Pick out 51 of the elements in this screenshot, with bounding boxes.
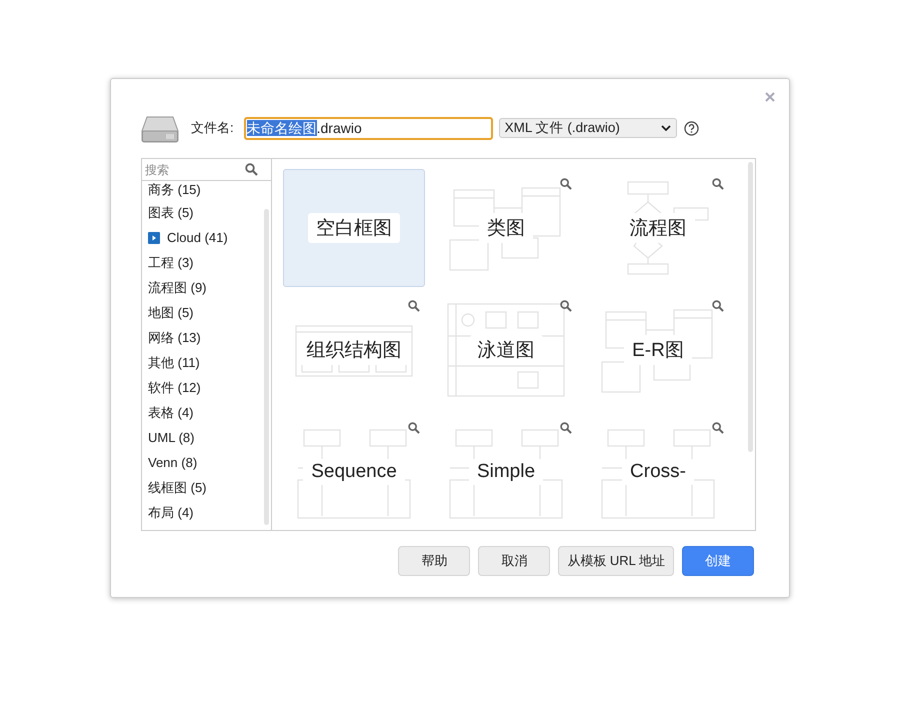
template-tile[interactable]: Simple [435,413,577,530]
category-item[interactable]: Cloud (41) [142,225,271,250]
expand-icon[interactable] [148,232,160,244]
category-item[interactable]: 流程图 (9) [142,275,271,300]
template-tile[interactable]: 空白框图 [283,169,425,287]
template-tile[interactable]: E-R图 [587,291,729,409]
category-item[interactable]: 其他 (11) [142,350,271,375]
zoom-icon[interactable] [408,300,420,312]
help-icon[interactable] [684,120,699,136]
zoom-icon[interactable] [712,300,724,312]
template-label: Cross- [622,459,694,485]
scrollbar[interactable] [264,209,269,525]
template-tile[interactable]: 泳道图 [435,291,577,409]
caret-icon [660,125,671,131]
zoom-icon[interactable] [560,300,572,312]
format-dropdown[interactable]: XML 文件 (.drawio) [498,118,677,138]
template-tile[interactable]: Sequence [283,413,425,530]
template-label: E-R图 [624,335,692,365]
category-item[interactable]: 布局 (4) [142,500,271,525]
template-label: Simple [468,459,544,485]
scrollbar[interactable] [748,162,753,452]
category-item[interactable]: 地图 (5) [142,300,271,325]
category-item[interactable]: 表格 (4) [142,400,271,425]
dialog-button[interactable]: 取消 [478,546,550,576]
category-item[interactable]: 图表 (5) [142,200,271,225]
search-field[interactable]: 搜索 [145,162,245,176]
dialog-button[interactable]: 帮助 [398,546,470,576]
template-tile[interactable]: 类图 [435,169,577,287]
dialog-button[interactable]: 从模板 URL 地址 [558,546,674,576]
filename-field[interactable]: 未命名绘图.drawio [244,116,493,140]
category-item[interactable]: 工程 (3) [142,250,271,275]
category-item[interactable]: 软件 (12) [142,375,271,400]
filename-label: 文件名: [191,119,234,137]
template-label: Sequence [303,459,405,485]
template-tile[interactable]: 流程图 [587,169,729,287]
template-tile[interactable]: 组织结构图 [283,291,425,409]
search-icon[interactable] [245,163,258,176]
zoom-icon[interactable] [712,178,724,190]
zoom-icon[interactable] [712,422,724,434]
zoom-icon[interactable] [560,422,572,434]
category-item[interactable]: 网络 (13) [142,325,271,350]
category-item[interactable]: Venn (8) [142,450,271,475]
category-item[interactable]: 商务 (15) [142,181,271,200]
template-tile[interactable]: Cross- [587,413,729,530]
category-item[interactable]: 线框图 (5) [142,475,271,500]
template-label: 空白框图 [308,213,400,243]
template-label: 类图 [479,213,533,243]
zoom-icon[interactable] [560,178,572,190]
dialog-button[interactable]: 创建 [682,546,754,576]
category-item[interactable]: UML (8) [142,425,271,450]
zoom-icon[interactable] [408,422,420,434]
